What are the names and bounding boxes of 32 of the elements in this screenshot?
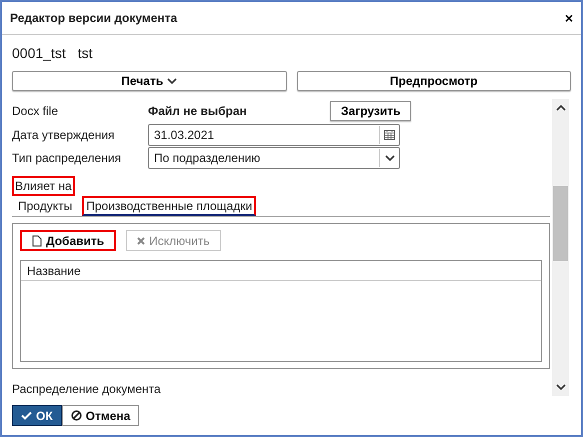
document-code: 0001_tst [12, 45, 66, 63]
cancel-button[interactable]: Отмена [62, 405, 140, 426]
field-label: Тип распределения [12, 151, 122, 166]
section-label: Влияет на [12, 176, 75, 196]
prohibited-icon [70, 410, 82, 421]
scrollbar-thumb[interactable] [553, 186, 568, 261]
scrollbar[interactable] [552, 99, 569, 396]
date-field[interactable]: 31.03.2021 [148, 124, 400, 146]
window-title: Редактор версии документа [10, 11, 178, 25]
calendar-icon [384, 129, 395, 140]
tab[interactable]: Продукты [14, 196, 76, 216]
section-label: Распределение документа [12, 382, 162, 396]
document-icon [32, 234, 42, 247]
tab[interactable]: Производственные площадки [82, 196, 256, 216]
document-name: tst [78, 45, 92, 63]
chevron-down-icon [556, 384, 566, 391]
close-icon [137, 236, 146, 245]
field-label: Docx file [12, 104, 60, 118]
add-button[interactable]: Добавить [20, 230, 116, 252]
close-button[interactable]: × [564, 10, 573, 26]
column-header: Название [21, 261, 541, 282]
chevron-down-icon [384, 154, 394, 162]
chevron-down-icon [167, 78, 178, 84]
check-icon [21, 411, 32, 420]
print-button[interactable]: Печать [12, 71, 286, 91]
file-status: Файл не выбран [148, 104, 248, 118]
preview-button[interactable]: Предпросмотр [296, 71, 571, 91]
upload-button[interactable]: Загрузить [330, 100, 412, 121]
select-field[interactable]: По подразделению [148, 147, 400, 170]
chevron-up-icon [556, 104, 566, 111]
field-label: Дата утверждения [12, 128, 116, 142]
ok-button[interactable]: ОК [12, 405, 62, 426]
